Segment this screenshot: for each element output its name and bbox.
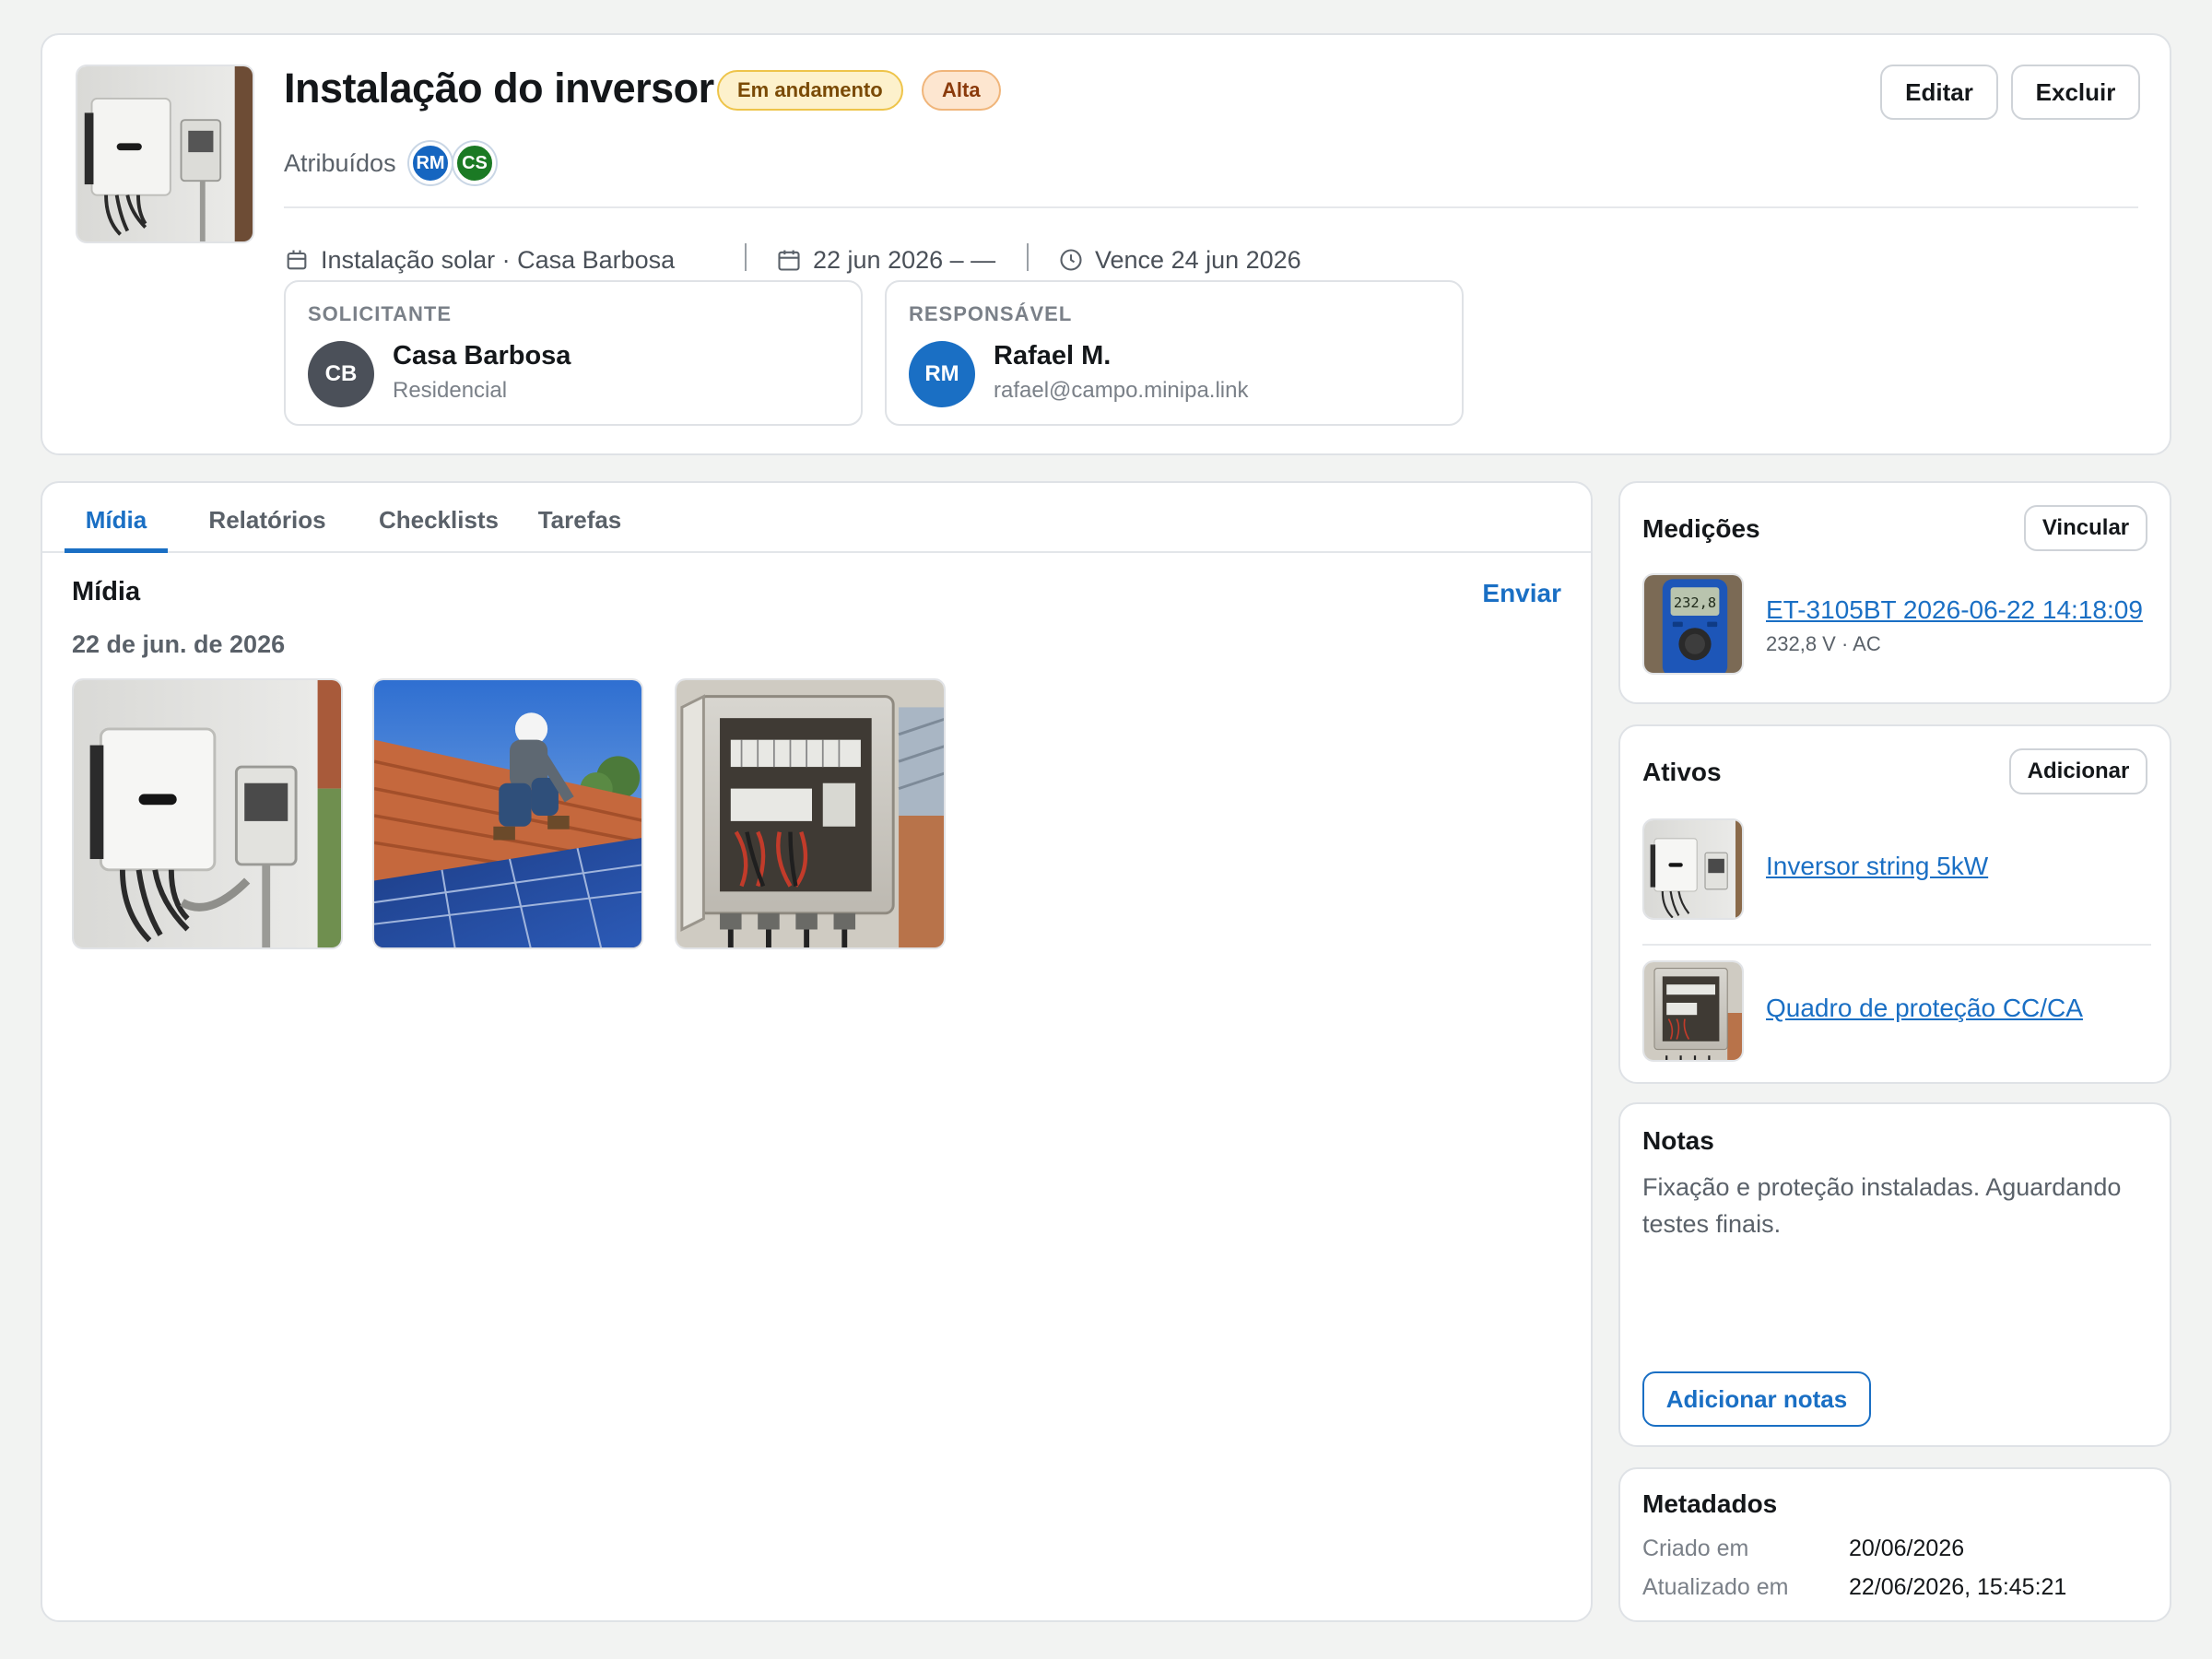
measurements-card: Medições Vincular 232,8 ET-3105BT 2026-0… (1618, 481, 2171, 704)
project-icon (287, 250, 307, 270)
requester-name: Casa Barbosa (393, 341, 571, 371)
meta-separator (745, 243, 747, 271)
status-badge: Em andamento (717, 70, 903, 111)
tab-tasks[interactable]: Tarefas (522, 483, 638, 553)
media-date-group: 22 de jun. de 2026 (72, 630, 286, 658)
asset-link[interactable]: Quadro de proteção CC/CA (1766, 994, 2083, 1023)
asset-link[interactable]: Inversor string 5kW (1766, 852, 1988, 881)
clock-icon (1060, 249, 1082, 271)
assets-title: Ativos (1642, 758, 1722, 786)
due-date: Vence 24 jun 2026 (1095, 245, 1301, 274)
project-name: Instalação solar · Casa Barbosa (321, 245, 676, 274)
multimeter-readout: 232,8 (1674, 594, 1716, 611)
priority-badge: Alta (922, 70, 1001, 111)
work-order-thumbnail[interactable] (76, 65, 254, 243)
project-meta[interactable]: Instalação solar · Casa Barbosa (284, 240, 675, 280)
due-date-meta: Vence 24 jun 2026 (1058, 240, 1301, 280)
created-value: 20/06/2026 (1849, 1535, 1965, 1561)
requester-type: Residencial (393, 378, 508, 403)
add-notes-button[interactable]: Adicionar notas (1642, 1371, 1871, 1427)
responsible-card[interactable]: RESPONSÁVEL RM Rafael M. rafael@campo.mi… (885, 280, 1464, 426)
created-label: Criado em (1642, 1535, 1749, 1561)
responsible-email: rafael@campo.minipa.link (994, 378, 1249, 403)
tab-bar: Mídia Relatórios Checklists Tarefas (42, 483, 1591, 553)
media-thumbnail-electrical-panel[interactable] (675, 678, 946, 949)
metadata-card: Metadados Criado em 20/06/2026 Atualizad… (1618, 1467, 2171, 1622)
avatar: RM (909, 341, 975, 407)
tab-reports[interactable]: Relatórios (184, 483, 350, 553)
edit-button[interactable]: Editar (1880, 65, 1998, 120)
assigned-label: Atribuídos (284, 149, 396, 177)
main-content-card: Mídia Relatórios Checklists Tarefas Mídi… (41, 481, 1593, 1622)
notes-card: Notas Fixação e proteção instaladas. Agu… (1618, 1102, 2171, 1447)
asset-divider (1642, 944, 2151, 946)
assets-card: Ativos Adicionar Inversor string 5kW Qua… (1618, 724, 2171, 1084)
notes-title: Notas (1642, 1126, 1714, 1155)
media-heading: Mídia (72, 577, 141, 606)
assignee-avatar[interactable]: RM (409, 142, 452, 184)
updated-value: 22/06/2026, 15:45:21 (1849, 1574, 2067, 1600)
page-title: Instalação do inversor (284, 65, 714, 112)
tab-media[interactable]: Mídia (65, 483, 168, 553)
add-asset-button[interactable]: Adicionar (2009, 748, 2147, 794)
header-divider (284, 206, 2138, 208)
asset-thumbnail-panel[interactable] (1642, 960, 1744, 1062)
calendar-icon (778, 250, 800, 271)
requester-label: SOLICITANTE (308, 302, 453, 325)
date-range-meta: 22 jun 2026 – — (776, 240, 995, 280)
upload-button[interactable]: Enviar (1482, 579, 1561, 608)
updated-label: Atualizado em (1642, 1574, 1789, 1600)
tab-checklists[interactable]: Checklists (359, 483, 518, 553)
metadata-title: Metadados (1642, 1489, 1778, 1518)
meta-separator (1027, 243, 1029, 271)
date-range: 22 jun 2026 – — (813, 245, 996, 274)
work-order-header: Instalação do inversor Em andamento Alta… (41, 33, 2171, 455)
delete-button[interactable]: Excluir (2011, 65, 2140, 120)
multimeter-thumbnail[interactable]: 232,8 (1642, 573, 1744, 675)
notes-text: Fixação e proteção instaladas. Aguardand… (1642, 1173, 2122, 1238)
avatar: CB (308, 341, 374, 407)
measurements-title: Medições (1642, 514, 1760, 543)
media-thumbnail-roof-worker[interactable] (372, 678, 643, 949)
asset-thumbnail-inverter[interactable] (1642, 818, 1744, 920)
measurement-link[interactable]: ET-3105BT 2026-06-22 14:18:09 (1766, 595, 2143, 625)
responsible-name: Rafael M. (994, 341, 1112, 371)
assignee-avatar[interactable]: CS (453, 142, 496, 184)
responsible-label: RESPONSÁVEL (909, 302, 1073, 325)
requester-card[interactable]: SOLICITANTE CB Casa Barbosa Residencial (284, 280, 863, 426)
measurement-value: 232,8 V · AC (1766, 632, 1881, 655)
link-measurement-button[interactable]: Vincular (2024, 505, 2147, 551)
media-thumbnail-inverter[interactable] (72, 678, 343, 949)
